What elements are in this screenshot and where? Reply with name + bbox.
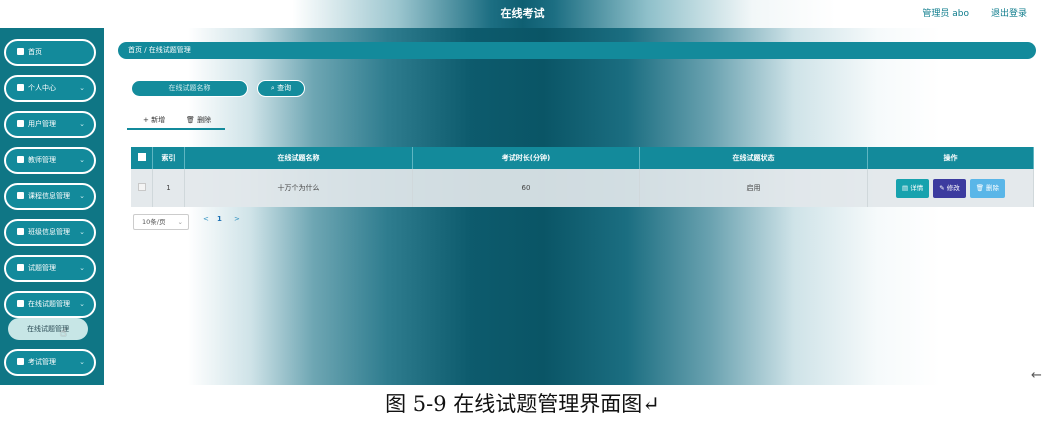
- column-header: 索引: [153, 147, 185, 169]
- chevron-down-icon: ⌄: [79, 156, 85, 164]
- trash-icon: 🗑︎: [186, 116, 198, 124]
- bulb-icon: [17, 264, 24, 271]
- column-header: 考试时长(分钟): [413, 147, 640, 169]
- sidebar-item-label: 个人中心: [28, 84, 56, 92]
- edit-button[interactable]: ✎ 修改: [933, 178, 966, 198]
- chevron-down-icon: ⌄: [177, 218, 183, 226]
- search-button[interactable]: ⌕ 查询: [257, 80, 305, 97]
- person-icon: [17, 84, 24, 91]
- row-checkbox[interactable]: [131, 169, 153, 207]
- row-status: 启用: [640, 169, 868, 207]
- chevron-down-icon: ⌄: [79, 300, 85, 308]
- detail-button[interactable]: ▤ 详情: [895, 178, 930, 198]
- page-size-select[interactable]: 10条/页 ⌄: [133, 214, 189, 230]
- thumb-icon: [17, 228, 24, 235]
- sidebar-item-label: 在线试题管理: [28, 300, 70, 308]
- figure-caption: 图 5-9 在线试题管理界面图↵: [385, 392, 660, 416]
- sidebar-item-label: 首页: [28, 48, 42, 56]
- breadcrumb: 首页 / 在线试题管理: [118, 42, 1036, 59]
- trash-icon: 🗑︎: [975, 183, 987, 192]
- grid-icon: [17, 358, 24, 365]
- home-icon: [17, 48, 24, 55]
- sidebar-item-personal-center[interactable]: 个人中心 ⌄: [4, 75, 96, 102]
- add-button[interactable]: + 新增: [143, 115, 165, 125]
- sidebar-item-question-management[interactable]: 试题管理 ⌄: [4, 255, 96, 282]
- user-label: 管理员 abo: [922, 9, 969, 19]
- table-row: 1 十万个为什么 60 启用 ▤ 详情 ✎ 修改 🗑︎ 删除: [131, 169, 1034, 207]
- sidebar-item-label: 教师管理: [28, 156, 56, 164]
- delete-label: 删除: [986, 183, 1000, 192]
- table-header: 索引 在线试题名称 考试时长(分钟) 在线试题状态 操作: [131, 147, 1034, 169]
- detail-label: 详情: [910, 183, 924, 192]
- action-underline: [127, 128, 225, 130]
- edit-label: 修改: [946, 183, 960, 192]
- chevron-down-icon: ⌄: [79, 192, 85, 200]
- sidebar-item-online-question-management[interactable]: 在线试题管理 ⌄: [4, 291, 96, 318]
- sidebar-item-course-management[interactable]: 课程信息管理 ⌄: [4, 183, 96, 210]
- column-header: 在线试题状态: [640, 147, 868, 169]
- sidebar-item-home[interactable]: 首页: [4, 39, 96, 66]
- sidebar-item-label: 考试管理: [28, 358, 56, 366]
- row-index: 1: [153, 169, 185, 207]
- search-button-label: 查询: [277, 84, 292, 92]
- sidebar-item-label: 试题管理: [28, 264, 56, 272]
- sidebar-item-exam-management[interactable]: 考试管理 ⌄: [4, 349, 96, 376]
- screenshot-frame: 在线考试 管理员 abo 退出登录 首页 个人中心 ⌄ 用户管理 ⌄ 教师管理 ⌄ 课…: [0, 0, 1045, 385]
- edit-icon: ✎: [939, 183, 947, 192]
- search-input[interactable]: 在线试题名称: [131, 80, 248, 97]
- logout-link[interactable]: 退出登录: [991, 0, 1027, 28]
- book-icon: [17, 192, 24, 199]
- sidebar-item-user-management[interactable]: 用户管理 ⌄: [4, 111, 96, 138]
- batch-delete-label: 删除: [197, 116, 212, 124]
- sidebar-item-teacher-management[interactable]: 教师管理 ⌄: [4, 147, 96, 174]
- grid-icon: [17, 120, 24, 127]
- batch-delete-button[interactable]: 🗑︎ 删除: [186, 115, 211, 125]
- submenu-item-online-question-management[interactable]: 在线试题管理: [8, 318, 88, 340]
- sidebar-item-label: 用户管理: [28, 120, 56, 128]
- prev-page-button[interactable]: <: [203, 215, 209, 223]
- return-mark-icon: ←: [1031, 368, 1042, 383]
- column-header: 在线试题名称: [185, 147, 413, 169]
- next-page-button[interactable]: >: [234, 215, 240, 223]
- chevron-down-icon: ⌄: [79, 264, 85, 272]
- sidebar-item-label: 班级信息管理: [28, 228, 70, 236]
- page-number[interactable]: 1: [217, 215, 222, 223]
- detail-icon: ▤: [901, 183, 911, 192]
- sidebar-item-class-management[interactable]: 班级信息管理 ⌄: [4, 219, 96, 246]
- top-header: 在线考试 管理员 abo 退出登录: [0, 0, 1045, 28]
- hand-cursor-icon: ☝: [60, 326, 67, 339]
- chevron-down-icon: ⌄: [79, 228, 85, 236]
- chevron-down-icon: ⌄: [79, 358, 85, 366]
- chevron-down-icon: ⌄: [79, 120, 85, 128]
- chevron-down-icon: ⌄: [79, 84, 85, 92]
- delete-button[interactable]: 🗑︎ 删除: [969, 178, 1006, 198]
- app-title: 在线考试: [500, 7, 545, 20]
- grid-icon: [17, 156, 24, 163]
- sidebar-item-label: 课程信息管理: [28, 192, 70, 200]
- data-table: 索引 在线试题名称 考试时长(分钟) 在线试题状态 操作 1 十万个为什么 60…: [131, 147, 1034, 207]
- document-icon: [17, 300, 24, 307]
- column-header: 操作: [868, 147, 1034, 169]
- row-name: 十万个为什么: [185, 169, 413, 207]
- page-size-value: 10条/页: [142, 218, 166, 226]
- row-duration: 60: [413, 169, 640, 207]
- row-actions: ▤ 详情 ✎ 修改 🗑︎ 删除: [868, 169, 1034, 207]
- select-all-checkbox[interactable]: [131, 147, 153, 169]
